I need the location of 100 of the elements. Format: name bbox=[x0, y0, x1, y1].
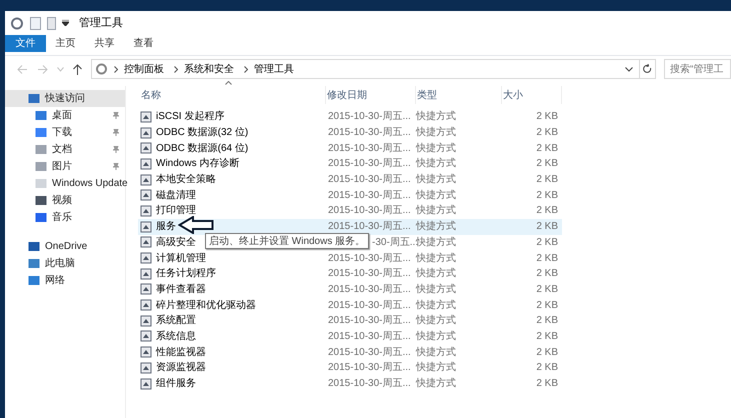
type-text: 快捷方式 bbox=[416, 190, 456, 201]
date-text: 2015-10-30-周五... bbox=[328, 378, 411, 390]
tool-icon bbox=[140, 236, 152, 248]
file-row[interactable]: 磁盘清理 2015-10-30-周五... 快捷方式 2 KB bbox=[138, 187, 562, 204]
date-text: 2015-10-30-周五... bbox=[328, 174, 411, 186]
folder-icon bbox=[35, 161, 47, 172]
up-arrow-icon[interactable] bbox=[73, 64, 82, 74]
file-name: 任务计划程序 bbox=[156, 266, 216, 282]
file-row[interactable]: ODBC 数据源(64 位) 2015-10-30-周五... 快捷方式 2 KB bbox=[138, 140, 562, 156]
folder-icon bbox=[28, 93, 40, 104]
sidebar-item[interactable]: OneDrive bbox=[5, 238, 125, 255]
file-row[interactable]: 服务 2015-10-30-周五... 快捷方式 2 KB bbox=[138, 218, 562, 234]
size-text: 2 KB bbox=[536, 205, 558, 216]
file-name: 磁盘清理 bbox=[156, 188, 196, 203]
page-icon[interactable] bbox=[47, 16, 56, 30]
file-row[interactable]: 碎片整理和优化驱动器 2015-10-30-周五... 快捷方式 2 KB bbox=[138, 297, 562, 313]
tool-icon bbox=[140, 204, 152, 217]
dropdown-icon[interactable] bbox=[62, 20, 69, 26]
file-row[interactable]: 系统配置 2015-10-30-周五... 快捷方式 2 KB bbox=[138, 312, 562, 329]
file-row[interactable]: 事件查看器 2015-10-30-周五... 快捷方式 2 KB bbox=[138, 282, 562, 298]
date-text: 2015-10-30-周五... bbox=[328, 205, 411, 216]
type-text: 快捷方式 bbox=[416, 315, 456, 326]
type-text: 快捷方式 bbox=[416, 252, 456, 264]
size-text: 2 KB bbox=[536, 142, 558, 154]
type-text: 快捷方式 bbox=[416, 330, 456, 342]
file-row[interactable]: 计算机管理 2015-10-30-周五... 快捷方式 2 KB bbox=[138, 250, 562, 266]
tool-icon bbox=[140, 158, 152, 170]
sidebar-item[interactable]: 此电脑 bbox=[5, 255, 125, 272]
sidebar-item[interactable]: 视频 bbox=[5, 192, 125, 209]
file-name: 性能监视器 bbox=[156, 346, 206, 360]
chevron-right-icon bbox=[244, 66, 248, 72]
column-header[interactable]: 名称 bbox=[140, 86, 326, 104]
sidebar-item[interactable]: 桌面 bbox=[5, 107, 125, 124]
ribbon-tab[interactable]: 主页 bbox=[46, 35, 85, 52]
date-text: 2015-10-30-周五... bbox=[328, 158, 411, 170]
file-row[interactable]: 任务计划程序 2015-10-30-周五... 快捷方式 2 KB bbox=[138, 266, 562, 282]
folder-icon bbox=[35, 195, 47, 206]
sidebar-item[interactable]: 文档 bbox=[5, 141, 125, 158]
ribbon-tab[interactable]: 文件 bbox=[5, 35, 46, 52]
size-text: 2 KB bbox=[536, 158, 558, 170]
breadcrumb-item[interactable]: 管理工具 bbox=[254, 62, 294, 76]
ribbon-tab[interactable]: 查看 bbox=[124, 35, 163, 52]
file-row[interactable]: 组件服务 2015-10-30-周五... 快捷方式 2 KB bbox=[138, 376, 562, 392]
ribbon-tab[interactable]: 共享 bbox=[85, 35, 124, 52]
date-text: 2015-10-30-周五... bbox=[328, 142, 411, 154]
tool-icon bbox=[140, 142, 152, 154]
column-header[interactable]: 修改日期 bbox=[326, 86, 416, 104]
type-text: 快捷方式 bbox=[416, 362, 456, 374]
file-row[interactable]: 本地安全策略 2015-10-30-周五... 快捷方式 2 KB bbox=[138, 172, 562, 188]
file-row[interactable]: 打印管理 2015-10-30-周五... 快捷方式 2 KB bbox=[138, 203, 562, 219]
tool-icon bbox=[140, 268, 152, 280]
sidebar-item[interactable]: 下载 bbox=[5, 124, 125, 141]
address-bar[interactable]: 控制面板 系统和安全 管理工具 bbox=[91, 59, 656, 79]
date-text: 2015-10-30-周五... bbox=[328, 190, 411, 201]
folder-icon bbox=[35, 110, 47, 121]
sidebar-item[interactable]: 图片 bbox=[5, 158, 125, 175]
file-row[interactable]: Windows 内存诊断 2015-10-30-周五... 快捷方式 2 KB bbox=[138, 156, 562, 172]
type-text: 快捷方式 bbox=[416, 236, 456, 248]
file-name: 计算机管理 bbox=[156, 252, 206, 266]
file-name: 服务 bbox=[156, 220, 176, 234]
tool-icon bbox=[140, 220, 152, 233]
type-text: 快捷方式 bbox=[416, 174, 456, 186]
sidebar-item[interactable]: Windows Update bbox=[5, 175, 125, 192]
type-text: 快捷方式 bbox=[416, 300, 456, 311]
column-header[interactable]: 大小 bbox=[502, 86, 562, 104]
sidebar-item[interactable]: 音乐 bbox=[5, 209, 125, 226]
column-header[interactable]: 类型 bbox=[416, 86, 502, 104]
size-text: 2 KB bbox=[536, 236, 558, 248]
folder-icon bbox=[28, 275, 40, 286]
file-name: 系统配置 bbox=[156, 314, 196, 328]
file-name: iSCSI 发起程序 bbox=[156, 110, 224, 124]
chevron-right-icon bbox=[114, 66, 118, 72]
size-text: 2 KB bbox=[536, 362, 558, 374]
chevron-down-icon[interactable] bbox=[625, 66, 633, 72]
chevron-right-icon bbox=[174, 66, 178, 72]
size-text: 2 KB bbox=[536, 330, 558, 342]
window-title: 管理工具 bbox=[79, 16, 123, 31]
breadcrumb-item[interactable]: 系统和安全 bbox=[184, 62, 234, 76]
search-field[interactable]: 搜索“管理工 bbox=[664, 59, 731, 79]
file-row[interactable]: 系统信息 2015-10-30-周五... 快捷方式 2 KB bbox=[138, 328, 562, 344]
size-text: 2 KB bbox=[536, 284, 558, 295]
folder-icon bbox=[28, 241, 40, 252]
type-text: 快捷方式 bbox=[416, 221, 456, 232]
type-text: 快捷方式 bbox=[416, 346, 456, 358]
file-row[interactable]: ODBC 数据源(32 位) 2015-10-30-周五... 快捷方式 2 KB bbox=[138, 124, 562, 140]
type-text: 快捷方式 bbox=[416, 284, 456, 295]
size-text: 2 KB bbox=[536, 221, 558, 232]
tool-icon bbox=[140, 174, 152, 186]
file-row[interactable]: iSCSI 发起程序 2015-10-30-周五... 快捷方式 2 KB bbox=[138, 109, 562, 125]
sidebar-item[interactable]: 快速访问 bbox=[5, 90, 125, 107]
tool-icon bbox=[140, 330, 152, 342]
date-text: 2015-10-30-周五... bbox=[328, 111, 411, 122]
sidebar-item[interactable]: 网络 bbox=[5, 272, 125, 289]
breadcrumb-item[interactable]: 控制面板 bbox=[124, 62, 164, 76]
tool-icon bbox=[140, 110, 152, 123]
type-text: 快捷方式 bbox=[416, 268, 456, 280]
file-row[interactable]: 性能监视器 2015-10-30-周五... 快捷方式 2 KB bbox=[138, 344, 562, 360]
size-text: 2 KB bbox=[536, 300, 558, 311]
date-text: 2015-10-30-周五... bbox=[328, 315, 411, 326]
file-row[interactable]: 资源监视器 2015-10-30-周五... 快捷方式 2 KB bbox=[138, 360, 562, 376]
